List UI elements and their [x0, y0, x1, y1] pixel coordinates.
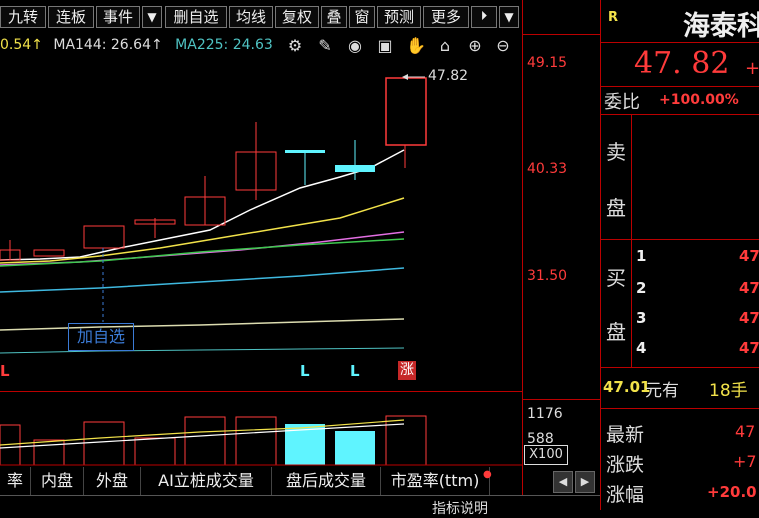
candle	[184, 176, 226, 226]
change-value: +7	[733, 452, 757, 471]
window-button[interactable]: 窗	[349, 6, 375, 28]
axis-divider	[522, 0, 523, 495]
add-watchlist-marker[interactable]: 加自选	[68, 323, 134, 351]
tab-inner[interactable]: 内盘	[31, 467, 84, 495]
buy-label-1: 买	[606, 266, 626, 290]
trade-qty: 18手	[709, 381, 748, 401]
tab-pe-ttm[interactable]: 市盈率(ttm)	[381, 467, 490, 495]
bid-level: 2	[636, 279, 647, 297]
price-axis-top: 49.15	[527, 55, 568, 71]
pct-value: +20.0	[707, 483, 757, 501]
scroll-right-button[interactable]: ▶	[575, 471, 595, 493]
stock-name: 海泰科	[683, 11, 759, 42]
event-dropdown-button[interactable]: ▼	[142, 6, 162, 28]
ma144-value: MA144: 26.64↑	[53, 37, 163, 53]
bid-level: 1	[636, 247, 647, 265]
candle	[0, 240, 21, 261]
current-price: 47. 82	[634, 46, 730, 81]
candle	[285, 150, 325, 185]
ma225-value: MA225: 24.63	[175, 37, 273, 53]
more-button[interactable]: 更多	[423, 6, 469, 28]
ma30-line	[0, 238, 405, 267]
zoom-out-icon[interactable]: ⊖	[494, 37, 512, 55]
scroll-left-button[interactable]: ◀	[553, 471, 573, 493]
gear-icon[interactable]: ⚙	[286, 37, 304, 55]
pct-label: 涨幅	[606, 484, 645, 506]
bid-price: 47	[739, 279, 759, 297]
trade-price: 47.01	[603, 378, 651, 396]
price-axis-low: 31.50	[527, 268, 568, 284]
sell-label-2: 盘	[606, 196, 626, 220]
left-l-marker: L	[0, 362, 10, 380]
tab-dot: ●	[483, 469, 492, 480]
bid-level: 3	[636, 309, 647, 327]
volume-unit-box: X100	[524, 445, 568, 465]
limit-up-badge: 涨	[398, 361, 416, 380]
ma225-line	[0, 347, 405, 354]
remove-watchlist-button[interactable]: 删自选	[165, 6, 227, 28]
change-label: 涨跌	[606, 454, 645, 476]
predict-button[interactable]: 预测	[377, 6, 421, 28]
volume-axis-top: 1176	[527, 406, 563, 422]
sell-label-1: 卖	[606, 140, 626, 164]
more-dropdown-button[interactable]: ▼	[499, 6, 519, 28]
buy-label-2: 盘	[606, 320, 626, 344]
l-marker: L	[300, 362, 310, 380]
weibi-label: 委比	[604, 92, 640, 113]
indicator-tabs: 率 内盘 外盘 AI立桩成交量 盘后成交量 市盈率(ttm) ● ◀ ▶	[0, 467, 600, 495]
adjust-button[interactable]: 复权	[275, 6, 319, 28]
tab-ai-volume[interactable]: AI立桩成交量	[141, 467, 272, 495]
jiuzhuan-button[interactable]: 九转	[0, 6, 46, 28]
play-icon[interactable]: ⏵	[471, 6, 497, 28]
bid-price: 47	[739, 309, 759, 327]
latest-label: 最新	[606, 424, 645, 446]
tab-outer[interactable]: 外盘	[84, 467, 141, 495]
candle	[33, 249, 65, 257]
candle	[335, 140, 375, 180]
ma60-line	[0, 267, 405, 293]
ma-legend: 0.54↑ MA144: 26.64↑ MA225: 24.63	[0, 37, 273, 57]
l-marker: L	[350, 362, 360, 380]
pen-icon[interactable]: ✎	[316, 37, 334, 55]
chart-toolbar: 九转 连板 事件 ▼ 删自选 均线 复权 叠 窗 预测 更多 ⏵ ▼	[0, 0, 522, 33]
candle	[83, 225, 125, 249]
overlay-button[interactable]: 叠	[321, 6, 347, 28]
r-badge: R	[608, 10, 619, 25]
latest-value: 47	[735, 422, 756, 441]
quote-panel: R 海泰科 47. 82 + 委比 +100.00% 卖 盘 买 盘 1 2 3…	[600, 0, 759, 510]
price-change-sign: +	[745, 58, 759, 79]
candle	[134, 218, 176, 238]
bid-price: 47	[739, 247, 759, 265]
tab-afterhours-volume[interactable]: 盘后成交量	[272, 467, 381, 495]
hand-icon[interactable]: ✋	[406, 37, 426, 55]
bid-price: 47	[739, 339, 759, 357]
ma-button[interactable]: 均线	[229, 6, 273, 28]
bid-level: 4	[636, 339, 647, 357]
trade-text: 元有	[645, 381, 679, 401]
candle	[385, 77, 427, 168]
ma144-line	[0, 318, 405, 331]
lianban-button[interactable]: 连板	[48, 6, 94, 28]
zoom-in-icon[interactable]: ⊕	[466, 37, 484, 55]
indicator-explain[interactable]: 指标说明	[432, 498, 488, 518]
briefcase-icon[interactable]: ▣	[376, 37, 394, 55]
weibi-value: +100.00%	[659, 92, 739, 108]
volume-chart[interactable]	[0, 400, 522, 466]
ma-partial-value: 0.54↑	[0, 37, 43, 53]
price-axis-mid: 40.33	[527, 161, 568, 177]
candle	[235, 122, 277, 200]
lock-icon[interactable]: ⌂	[436, 37, 454, 55]
event-button[interactable]: 事件	[96, 6, 140, 28]
eye-icon[interactable]: ◉	[346, 37, 364, 55]
tab-rate[interactable]: 率	[0, 467, 31, 495]
last-price-label: 47.82	[428, 68, 469, 84]
